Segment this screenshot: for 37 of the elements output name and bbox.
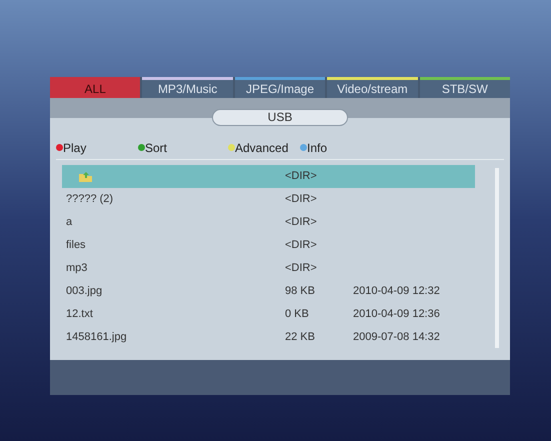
category-tab[interactable]: Video/stream [327,77,418,98]
file-row[interactable]: a <DIR> [62,211,475,234]
file-row[interactable]: ????? (2) <DIR> [62,188,475,211]
color-key-label: Sort [145,140,168,156]
file-row[interactable]: 1458161.jpg 22 KB 2009-07-08 14:32 [62,326,475,349]
file-name: ????? (2) [66,192,114,208]
file-name: 12.txt [66,307,93,322]
folder-up-icon [78,170,94,182]
category-tab[interactable]: STB/SW [420,77,510,98]
color-key-label: Play [63,140,86,156]
file-size: 98 KB [285,284,316,300]
file-name: 1458161.jpg [66,330,127,346]
category-tab[interactable]: MP3/Music [142,77,233,98]
file-size: <DIR> [285,238,318,254]
file-date: 2010-04-09 12:36 [353,307,440,322]
file-size: 22 KB [285,330,316,346]
scrollbar[interactable] [495,168,499,348]
file-name: mp3 [66,261,88,276]
file-name: a [66,215,72,230]
file-date: 2010-04-09 12:32 [353,284,440,300]
file-size: <DIR> [285,192,318,208]
file-row[interactable]: 12.txt 0 KB 2010-04-09 12:36 [62,303,475,326]
device-label: USB [212,109,348,126]
file-row[interactable]: <DIR> [62,165,475,188]
file-row[interactable]: mp3 <DIR> [62,257,475,280]
category-tab[interactable]: JPEG/Image [234,77,326,98]
file-row[interactable]: files <DIR> [62,234,475,257]
color-key-label: Advanced [235,140,288,156]
file-size: <DIR> [285,169,318,184]
file-name: files [66,238,86,254]
file-name: 003.jpg [66,284,102,300]
color-key-label: Info [307,140,328,156]
file-date: 2009-07-08 14:32 [353,330,440,346]
file-size: <DIR> [285,215,318,230]
file-size: <DIR> [285,261,318,276]
file-size: 0 KB [285,307,310,322]
file-row[interactable]: 003.jpg 98 KB 2010-04-09 12:32 [62,280,475,303]
